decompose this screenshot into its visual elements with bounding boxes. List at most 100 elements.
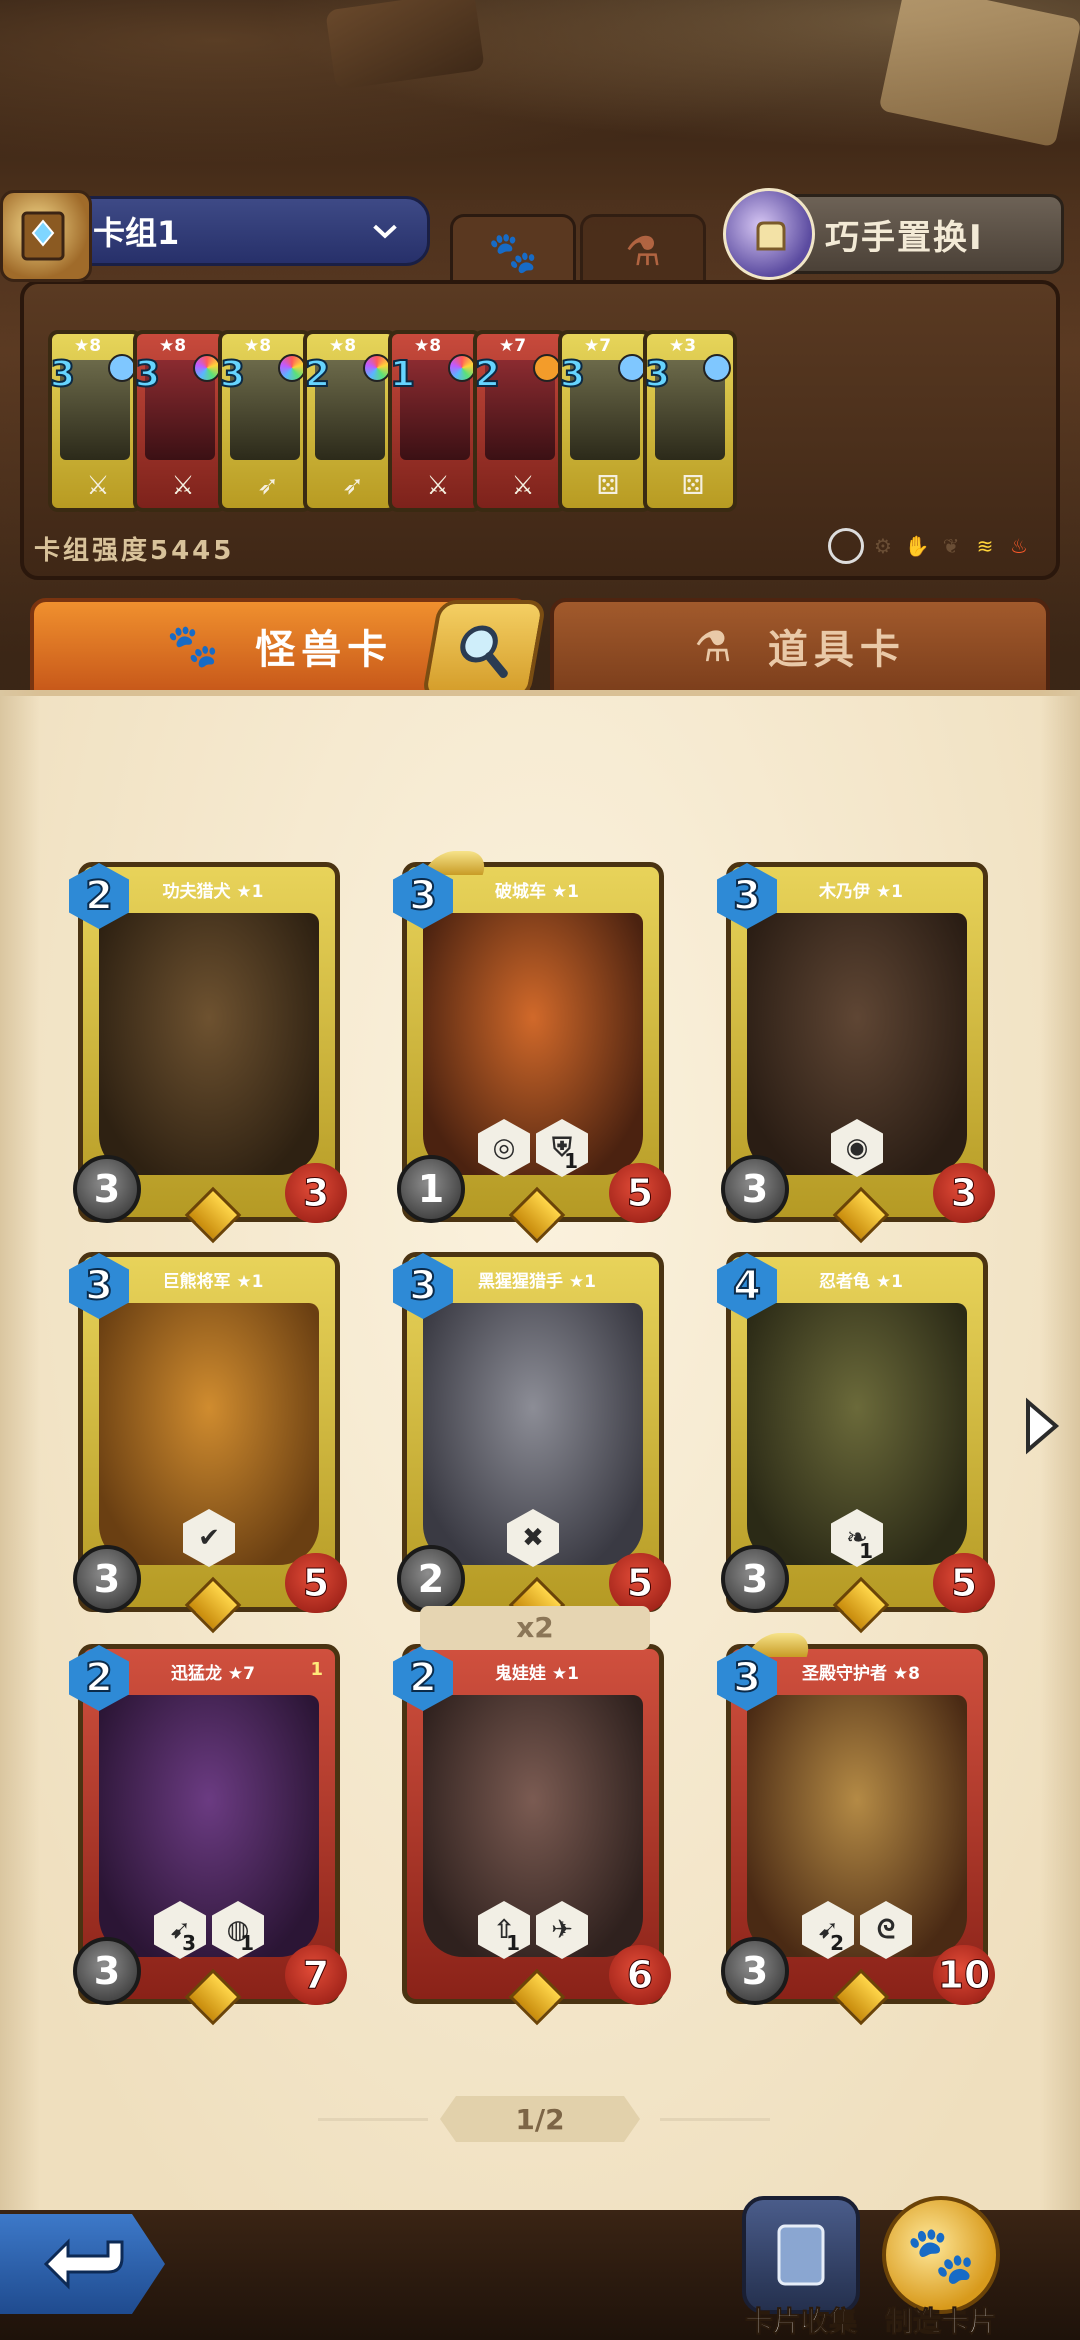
hand-icon [723,188,815,280]
beast-icon[interactable]: ✋ [902,531,932,561]
card-health: 3 [933,1163,995,1223]
ability-value: 3 [182,1931,196,1955]
dice-icon: ⚄ [596,471,620,501]
back-button[interactable] [0,2214,165,2314]
monster-card[interactable]: 忍者龟 ★1 4 ❧ 1 3 5 [717,1252,995,1634]
deck-card-slot[interactable]: 3 ★8 ⚔ [48,330,142,512]
deck-card-cost: 1 [389,353,416,396]
leaf-icon: ❧ 1 [831,1509,883,1567]
wind-icon[interactable]: ≋ [970,531,1000,561]
sword-icon: ⚔ [171,471,195,501]
parchment-edge-left [0,690,40,2210]
check-icon: ✔ [183,1509,235,1567]
card-attack: 3 [721,1545,789,1613]
search-button[interactable] [421,600,547,700]
tab-item-label: 道具卡 [767,627,906,673]
monster-card[interactable]: 黑猩猩猎手 ★1 3 ✖ 2 5 [393,1252,671,1634]
card-health: 10 [933,1945,995,2005]
card-name: 圣殿守护者 ★8 [802,1664,920,1684]
element-gem-icon [703,354,731,382]
craft-card-button[interactable]: 🐾 制造卡片 [876,2196,1006,2339]
deck-card-stars: ★8 [414,336,442,356]
monster-card[interactable]: 圣殿守护者 ★8 3 ➹ 2 ᘓ 3 10 [717,1633,995,2026]
card-attack: 3 [73,1937,141,2005]
horn-icon: ➹ 2 [802,1901,854,1959]
mech-icon[interactable]: ⚙ [868,531,898,561]
deck-card-stars: ★8 [159,336,187,356]
card-name: 迅猛龙 ★7 [171,1664,255,1684]
pager-line-left [318,2118,428,2121]
deck-card-slot[interactable]: 3 ★3 ⚄ [643,330,737,512]
deck-card-cost: 3 [49,353,76,396]
card-health: 6 [609,1945,671,2005]
element-gem-icon [363,354,391,382]
deck-card-slot[interactable]: 2 ★8 ➶ [303,330,397,512]
deck-card-stars: ★8 [74,336,102,356]
card-name: 木乃伊 ★1 [819,882,903,902]
tab-deck-item[interactable]: ⚗ [580,214,706,287]
nature-icon[interactable]: ❦ [936,531,966,561]
paw-icon: 🐾 [488,229,538,276]
card-count-badge: x2 [420,1606,650,1650]
paw-icon: 🐾 [166,621,226,670]
swap-button[interactable]: 巧手置换I [723,188,1064,280]
element-gem-icon [533,354,561,382]
element-gem-icon [108,354,136,382]
element-filter-row: ⚙ ✋ ❦ ≋ ♨ [828,528,1034,564]
deck-card-cost: 3 [134,353,161,396]
card-collection-label: 卡片收集 [744,2305,857,2339]
ring-icon[interactable] [828,528,864,564]
card-name: 忍者龟 ★1 [819,1272,903,1292]
deck-card-slot[interactable]: 3 ★8 ➶ [218,330,312,512]
potion-icon: ⚗ [694,621,738,671]
monster-card[interactable]: 巨熊将军 ★1 3 ✔ 3 5 [69,1252,347,1634]
tab-item-cards[interactable]: ⚗ 道具卡 [550,598,1050,694]
craft-icon: 🐾 [882,2196,1000,2314]
fire-icon[interactable]: ♨ [1004,531,1034,561]
deck-card-cost: 3 [644,353,671,396]
card-attack: 1 [397,1155,465,1223]
bow-icon: ➶ [342,471,364,501]
monster-card[interactable]: 鬼娃娃 ★1 2 ⇧ 1 ✈ 6 [393,1644,671,2026]
sword-icon: ⚔ [426,471,450,501]
pager-line-right [660,2118,770,2121]
tab-deck-monster[interactable]: 🐾 [450,214,576,287]
monster-card[interactable]: 迅猛龙 ★7 1 2 ➹ 3 ◍ 1 3 7 [69,1644,347,2026]
claw-icon: ◍ 1 [212,1901,264,1959]
monster-card[interactable]: 功夫猎犬 ★1 2 3 3 [69,862,347,1244]
back-arrow-icon [43,2238,123,2290]
deck-card-slot[interactable]: 1 ★8 ⚔ [388,330,482,512]
card-name: 功夫猎犬 ★1 [162,882,264,902]
deck-card-stars: ★8 [244,336,272,356]
next-page-arrow[interactable] [1022,1396,1062,1456]
deck-card-slot[interactable]: 2 ★7 ⚔ [473,330,567,512]
monster-card[interactable]: 破城车 ★1 3 ◎ ⛨ 1 1 5 [393,851,671,1244]
ability-value: 1 [859,1539,873,1563]
card-name: 鬼娃娃 ★1 [495,1664,579,1684]
deck-book-icon[interactable] [0,190,92,282]
deck-card-slot[interactable]: 3 ★7 ⚄ [558,330,652,512]
ability-value: 1 [564,1149,578,1173]
deck-card-stars: ★7 [584,336,612,356]
element-gem-icon [618,354,646,382]
dice-icon: ⚄ [681,471,705,501]
swirl-icon: ᘓ [860,1901,912,1959]
search-icon [460,625,508,678]
card-collection-button[interactable]: 卡片收集 [736,2196,866,2339]
ability-value: 2 [830,1931,844,1955]
deck-selector[interactable]: 卡组1 [60,196,430,266]
monster-card[interactable]: 木乃伊 ★1 3 ◉ 3 3 [717,862,995,1244]
deck-card-cost: 2 [304,353,331,396]
card-health: 5 [609,1163,671,1223]
card-health: 3 [285,1163,347,1223]
deck-card-slot[interactable]: 3 ★8 ⚔ [133,330,227,512]
whirl-icon: ◎ [478,1119,530,1177]
element-gem-icon [193,354,221,382]
card-attack: 3 [73,1545,141,1613]
card-art [99,913,319,1175]
card-name: 巨熊将军 ★1 [162,1272,264,1292]
element-gem-icon [448,354,476,382]
book-icon [742,2196,860,2314]
chevron-right-icon [1026,1397,1060,1455]
deck-card-stars: ★8 [329,336,357,356]
